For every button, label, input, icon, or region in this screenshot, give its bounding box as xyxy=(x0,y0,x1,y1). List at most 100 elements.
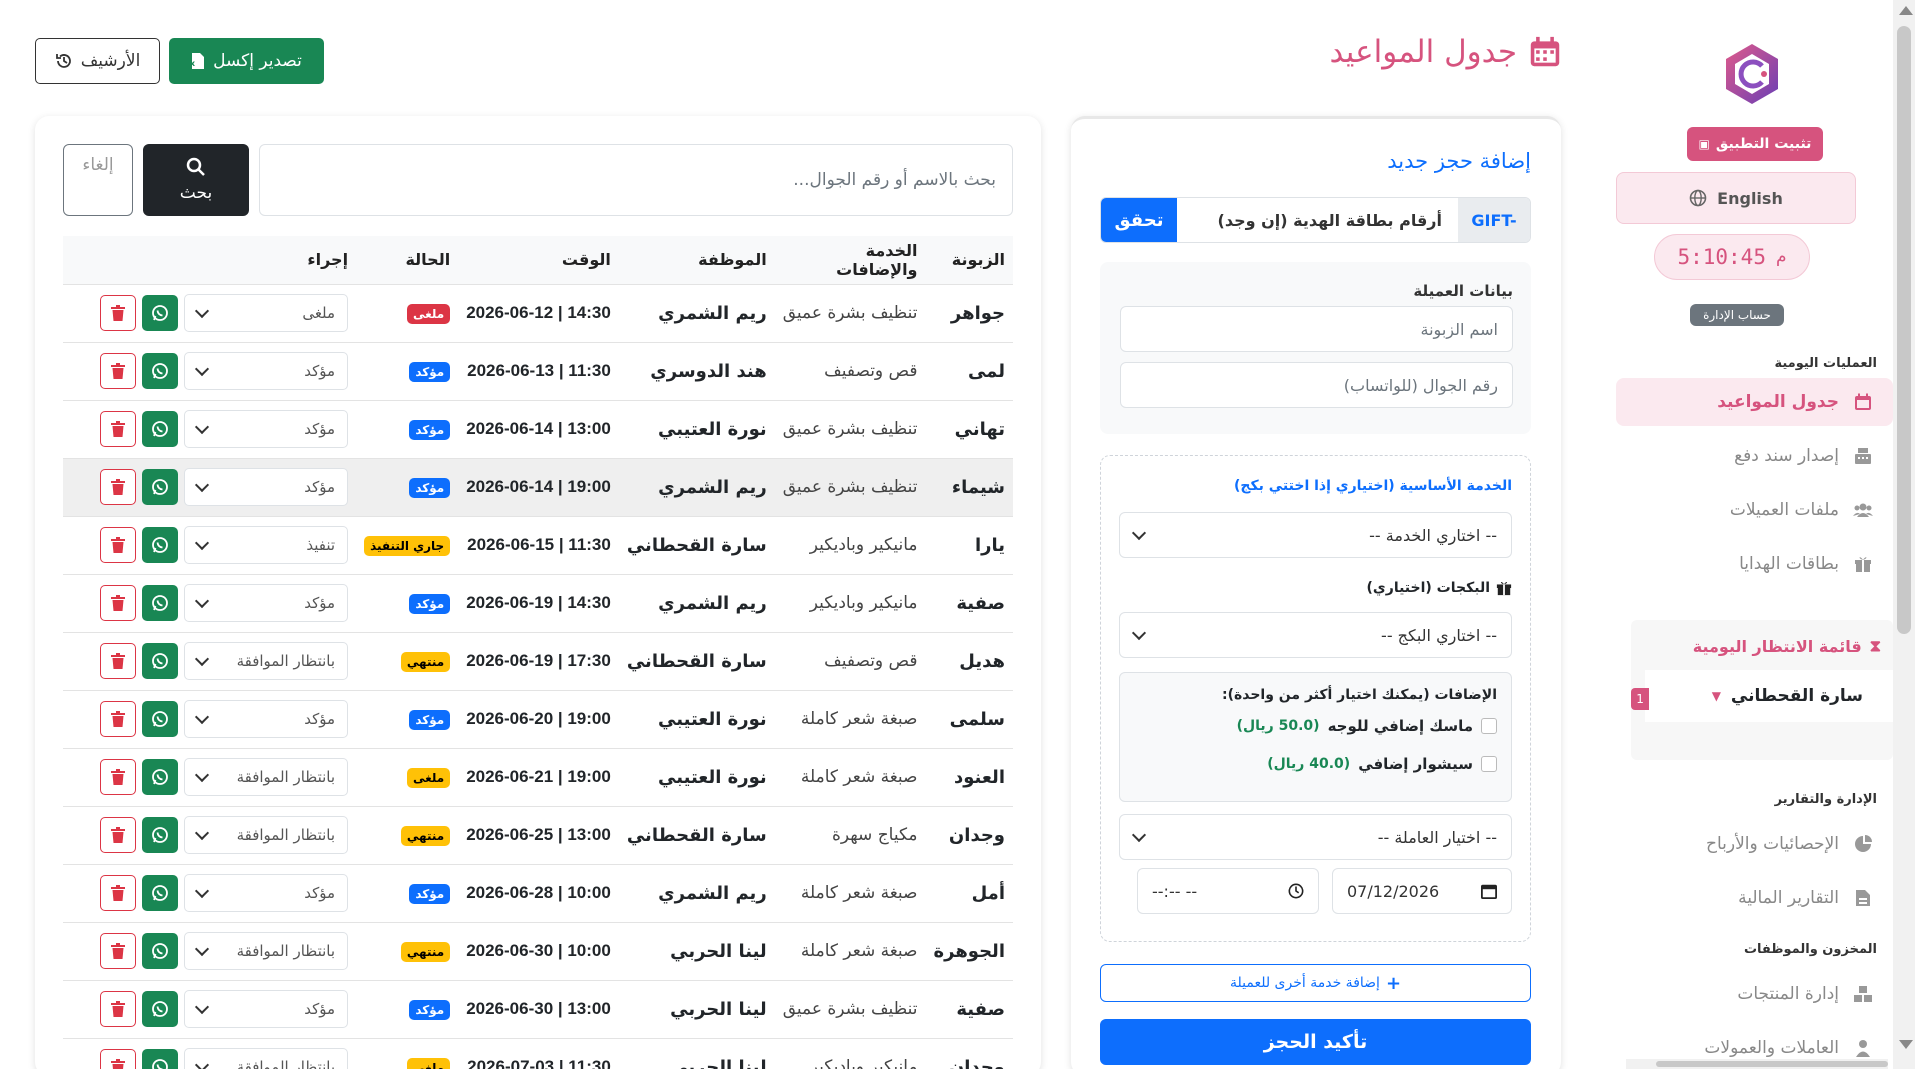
status-select[interactable]: بانتظار الموافقة xyxy=(184,932,349,970)
delete-button[interactable] xyxy=(100,295,137,331)
caret-down-icon[interactable]: ▼ xyxy=(1712,689,1721,703)
addon-checkbox[interactable] xyxy=(1481,756,1497,772)
customer-phone-input[interactable]: رقم الجوال (للواتساب) xyxy=(1120,362,1513,408)
trash-icon xyxy=(111,537,126,553)
whatsapp-button[interactable] xyxy=(142,759,179,795)
status-select[interactable]: مؤكد xyxy=(184,990,349,1028)
whatsapp-button[interactable] xyxy=(142,411,179,447)
whatsapp-button[interactable] xyxy=(142,1049,179,1069)
confirm-booking-button[interactable]: تأكيد الحجز xyxy=(1100,1019,1531,1065)
worker-select-value: -- اختيار العاملة -- xyxy=(1377,827,1497,847)
package-label-row: البكجات (اختياري) xyxy=(1367,580,1512,596)
addon-option[interactable]: ماسك إضافي للوجه (50.0 ريال) xyxy=(1237,717,1497,735)
language-toggle-button[interactable]: English xyxy=(1616,172,1856,224)
delete-button[interactable] xyxy=(100,991,137,1027)
archive-button[interactable]: الأرشيف xyxy=(35,38,160,84)
status-select[interactable]: بانتظار الموافقة xyxy=(184,642,349,680)
whatsapp-button[interactable] xyxy=(142,643,179,679)
status-select[interactable]: مؤكد xyxy=(184,468,349,506)
waiting-list-item[interactable]: سارة القحطاني ▼ xyxy=(1645,670,1893,722)
user-tie-icon xyxy=(1853,1038,1873,1058)
delete-button[interactable] xyxy=(100,527,137,563)
mobile-icon: ▣ xyxy=(1698,137,1710,151)
sidebar-item-appointments[interactable]: جدول المواعيد xyxy=(1616,378,1893,426)
status-select[interactable]: مؤكد xyxy=(184,700,349,738)
sidebar-horizontal-scrollbar[interactable] xyxy=(1626,1059,1888,1069)
status-select[interactable]: ملغى xyxy=(184,294,349,332)
chevron-down-icon xyxy=(1131,525,1147,541)
export-excel-button[interactable]: تصدير إكسل x xyxy=(169,38,324,84)
gift-card-input[interactable]: أرقام بطاقة الهدية (إن وجد) xyxy=(1177,198,1458,242)
delete-button[interactable] xyxy=(100,411,137,447)
customer-name: جواهر xyxy=(950,302,1005,324)
status-select[interactable]: بانتظار الموافقة xyxy=(184,1048,349,1069)
time-input[interactable]: --:-- -- xyxy=(1137,868,1319,914)
trash-icon xyxy=(111,421,126,437)
time-cell: 2026-06-21 | 19:00 xyxy=(466,767,611,786)
sidebar-item-statistics[interactable]: الإحصائيات والأرباح xyxy=(1653,820,1893,868)
globe-icon xyxy=(1689,189,1707,207)
date-input[interactable]: 07/12/2026 xyxy=(1332,868,1512,914)
customer-name: يارا xyxy=(974,534,1005,556)
cancel-search-button[interactable]: إلغاء xyxy=(63,144,133,216)
whatsapp-button[interactable] xyxy=(142,991,179,1027)
sidebar-item-products[interactable]: إدارة المنتجات xyxy=(1653,970,1893,1018)
archive-label: الأرشيف xyxy=(80,51,141,71)
whatsapp-button[interactable] xyxy=(142,585,179,621)
delete-button[interactable] xyxy=(100,643,137,679)
worker-select[interactable]: -- اختيار العاملة -- xyxy=(1119,814,1512,860)
addon-option[interactable]: سيشوار إضافي (40.0 ريال) xyxy=(1267,755,1497,773)
addon-price: (40.0 ريال) xyxy=(1267,756,1351,772)
scrollbar-thumb[interactable] xyxy=(1656,1061,1888,1067)
status-select[interactable]: مؤكد xyxy=(184,584,349,622)
delete-button[interactable] xyxy=(100,585,137,621)
search-button[interactable]: بحث xyxy=(143,144,249,216)
delete-button[interactable] xyxy=(100,469,137,505)
delete-button[interactable] xyxy=(100,759,137,795)
scroll-up-arrow[interactable] xyxy=(1899,6,1913,15)
sidebar-item-financial-reports[interactable]: التقارير المالية xyxy=(1653,874,1893,922)
sidebar-scrollbar[interactable] xyxy=(1893,0,1915,1069)
status-select[interactable]: مؤكد xyxy=(184,352,349,390)
customer-name: سلمى xyxy=(949,708,1005,730)
add-another-service-button[interactable]: + إضافة خدمة أخرى للعميلة xyxy=(1100,964,1531,1002)
whatsapp-button[interactable] xyxy=(142,527,179,563)
date-value: 07/12/2026 xyxy=(1347,881,1440,901)
delete-button[interactable] xyxy=(100,353,137,389)
delete-button[interactable] xyxy=(100,701,137,737)
sidebar-item-customers[interactable]: ملفات العميلات xyxy=(1653,486,1893,534)
employee-cell: نورة العتيبي xyxy=(658,766,767,788)
install-app-button[interactable]: تثبيت التطبيق ▣ xyxy=(1687,127,1823,161)
delete-button[interactable] xyxy=(100,1049,137,1069)
whatsapp-button[interactable] xyxy=(142,875,179,911)
search-input[interactable]: بحث بالاسم أو رقم الجوال... xyxy=(259,144,1013,216)
status-cell: جاري التنفيذ xyxy=(356,516,458,574)
customer-name-input[interactable]: اسم الزبونة xyxy=(1120,306,1513,352)
status-select[interactable]: مؤكد xyxy=(184,874,349,912)
whatsapp-button[interactable] xyxy=(142,817,179,853)
status-select[interactable]: تنفيذ xyxy=(184,526,349,564)
scroll-down-arrow[interactable] xyxy=(1899,1040,1913,1049)
whatsapp-button[interactable] xyxy=(142,933,179,969)
gift-verify-button[interactable]: تحقق xyxy=(1101,198,1177,242)
sidebar-item-payment-voucher[interactable]: إصدار سند دفع xyxy=(1653,432,1893,480)
status-select[interactable]: مؤكد xyxy=(184,410,349,448)
whatsapp-button[interactable] xyxy=(142,701,179,737)
delete-button[interactable] xyxy=(100,875,137,911)
scrollbar-thumb[interactable] xyxy=(1897,26,1911,634)
status-select[interactable]: بانتظار الموافقة xyxy=(184,816,349,854)
calendar-icon xyxy=(1530,36,1560,67)
whatsapp-button[interactable] xyxy=(142,469,179,505)
addon-checkbox[interactable] xyxy=(1481,718,1497,734)
new-booking-title: إضافة حجز جديد xyxy=(1387,149,1531,173)
time-cell: 2026-06-28 | 10:00 xyxy=(466,883,611,902)
status-select[interactable]: بانتظار الموافقة xyxy=(184,758,349,796)
delete-button[interactable] xyxy=(100,933,137,969)
service-cell: صبغة شعر كاملة xyxy=(800,709,918,729)
service-select[interactable]: -- اختاري الخدمة -- xyxy=(1119,512,1512,558)
package-select[interactable]: -- اختاري البكج -- xyxy=(1119,612,1512,658)
whatsapp-button[interactable] xyxy=(142,295,179,331)
sidebar-item-gift-cards[interactable]: بطاقات الهدايا xyxy=(1653,540,1893,588)
whatsapp-button[interactable] xyxy=(142,353,179,389)
delete-button[interactable] xyxy=(100,817,137,853)
